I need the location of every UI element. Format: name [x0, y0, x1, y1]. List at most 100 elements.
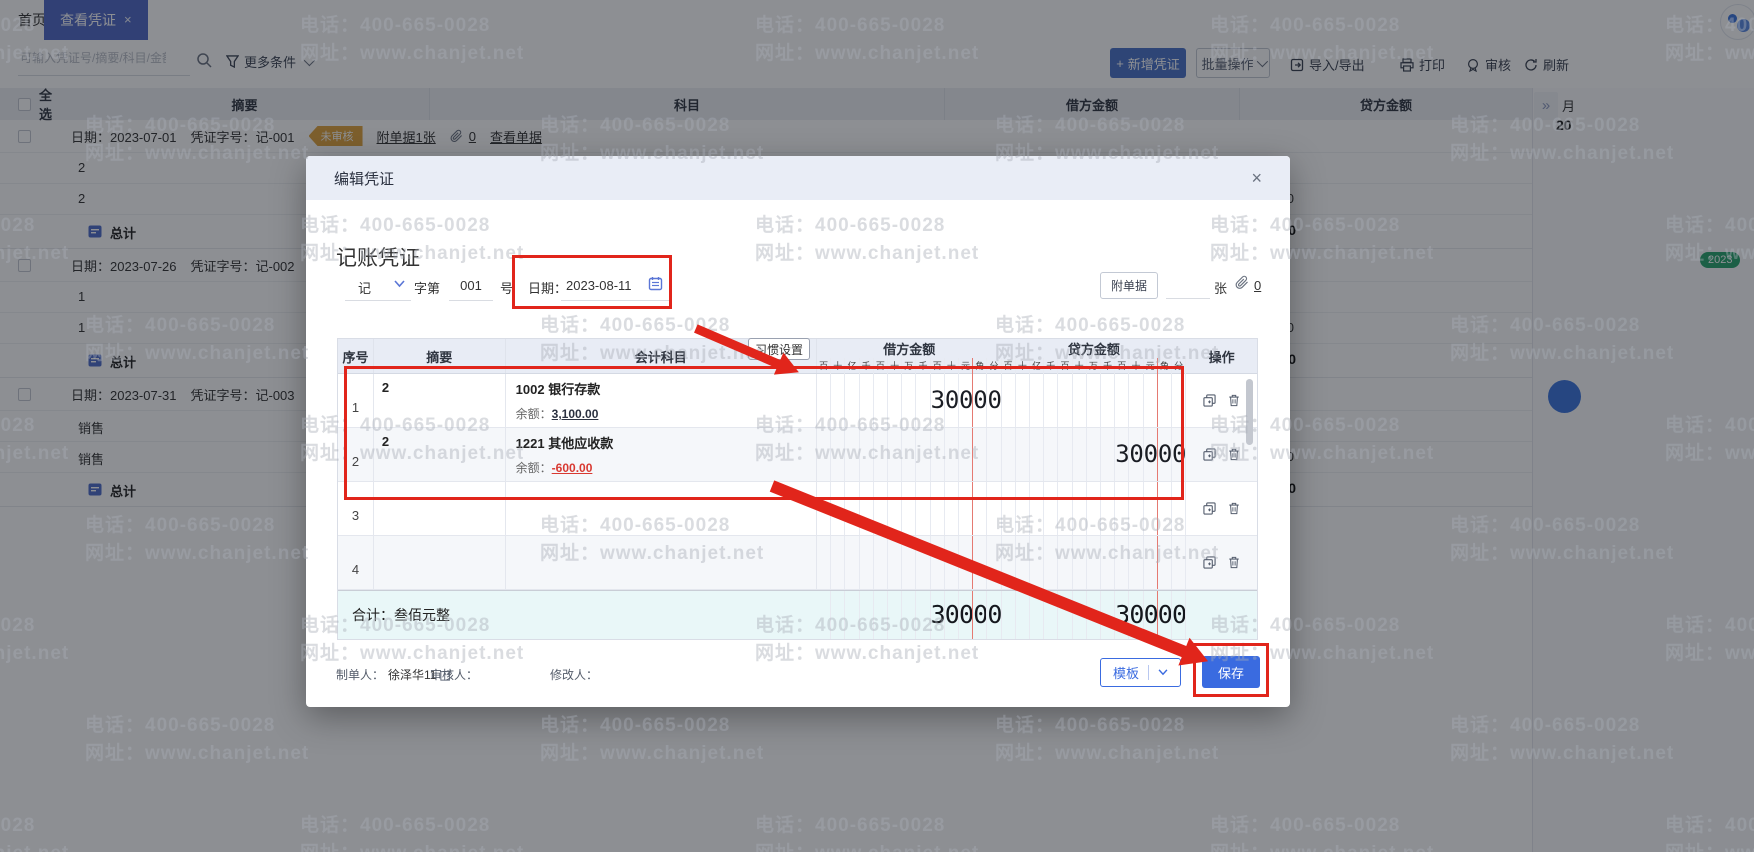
copy-row-icon[interactable] [1203, 394, 1216, 407]
close-icon[interactable]: × [1251, 169, 1262, 187]
amount-digit-cell[interactable] [817, 591, 831, 639]
amount-digit-cell[interactable] [987, 482, 1001, 535]
amount-digit-cell[interactable]: 3 [931, 591, 945, 639]
amount-digit-cell[interactable] [1129, 374, 1143, 427]
amount-digit-cell[interactable] [1016, 428, 1030, 481]
amount-digit-cell[interactable] [1030, 591, 1044, 639]
amount-digit-cell[interactable]: 0 [1129, 591, 1143, 639]
attach-doc-button[interactable]: 附单据 [1100, 272, 1158, 299]
amount-digit-cell[interactable] [1101, 591, 1115, 639]
voucher-entry-row[interactable]: 4 [338, 536, 1257, 590]
amount-digit-cell[interactable] [1101, 428, 1115, 481]
amount-digit-cell[interactable] [1087, 428, 1101, 481]
amount-digit-cell[interactable] [1101, 536, 1115, 589]
amount-digit-cell[interactable] [1030, 536, 1044, 589]
amount-digit-cell[interactable] [1073, 374, 1087, 427]
amount-digit-cell[interactable] [902, 374, 916, 427]
amount-digit-cell[interactable] [1157, 536, 1172, 589]
amount-digit-cell[interactable] [1016, 482, 1030, 535]
amount-digit-cell[interactable] [1144, 374, 1158, 427]
amount-digit-cell[interactable]: 0 [959, 374, 973, 427]
delete-row-icon[interactable] [1228, 502, 1240, 515]
amount-digit-cell[interactable] [1058, 591, 1072, 639]
voucher-word-select[interactable]: 记 [358, 278, 371, 297]
amount-digit-cell[interactable] [916, 591, 930, 639]
amount-digit-cell[interactable] [1030, 374, 1044, 427]
amount-digit-cell[interactable] [987, 536, 1001, 589]
amount-digit-cell[interactable]: 0 [945, 374, 959, 427]
amount-digit-cell[interactable] [831, 428, 845, 481]
amount-digit-cell[interactable] [817, 536, 831, 589]
amount-digit-cell[interactable] [817, 428, 831, 481]
amount-digit-cell[interactable] [860, 482, 874, 535]
voucher-entry-row[interactable]: 121002 银行存款余额：3,100.0030000 [338, 374, 1257, 428]
date-input[interactable]: 2023-08-11 [566, 278, 632, 293]
amount-digit-cell[interactable]: 3 [1115, 428, 1129, 481]
template-button[interactable]: 模板 [1100, 658, 1181, 687]
amount-digit-cell[interactable] [860, 536, 874, 589]
amount-digit-cell[interactable] [1002, 374, 1016, 427]
amount-digit-cell[interactable] [945, 428, 959, 481]
voucher-entry-row[interactable]: 3 [338, 482, 1257, 536]
amount-digit-cell[interactable] [874, 428, 888, 481]
paperclip-icon[interactable] [1235, 275, 1249, 290]
amount-digit-cell[interactable]: 0 [1172, 591, 1186, 639]
amount-digit-cell[interactable] [888, 374, 902, 427]
amount-digit-cell[interactable] [1157, 482, 1172, 535]
amount-digit-cell[interactable] [1172, 482, 1186, 535]
amount-digit-cell[interactable] [902, 482, 916, 535]
amount-digit-cell[interactable] [931, 536, 945, 589]
amount-digit-cell[interactable] [972, 536, 987, 589]
amount-digit-cell[interactable] [916, 482, 930, 535]
amount-digit-cell[interactable] [1058, 374, 1072, 427]
attach-count-link[interactable]: 0 [1254, 278, 1261, 293]
entry-account-cell[interactable]: 1002 银行存款余额：3,100.00 [506, 374, 817, 427]
amount-digit-cell[interactable]: 0 [945, 591, 959, 639]
delete-row-icon[interactable] [1228, 556, 1240, 569]
amount-digit-cell[interactable]: 3 [1115, 591, 1129, 639]
amount-digit-cell[interactable] [1016, 374, 1030, 427]
amount-digit-cell[interactable] [1058, 482, 1072, 535]
copy-row-icon[interactable] [1203, 502, 1216, 515]
amount-digit-cell[interactable] [902, 536, 916, 589]
entry-account-cell[interactable] [506, 536, 817, 589]
save-button[interactable]: 保存 [1202, 656, 1260, 688]
entry-summary-cell[interactable]: 2 [374, 374, 506, 427]
entry-debit-cell[interactable]: 30000 [817, 374, 1002, 427]
amount-digit-cell[interactable] [845, 591, 859, 639]
amount-digit-cell[interactable] [959, 536, 973, 589]
amount-digit-cell[interactable] [972, 482, 987, 535]
amount-digit-cell[interactable] [1073, 428, 1087, 481]
amount-digit-cell[interactable] [831, 482, 845, 535]
chevron-down-icon[interactable] [394, 280, 405, 288]
entry-summary-cell[interactable] [374, 482, 506, 535]
entry-summary-cell[interactable] [374, 536, 506, 589]
amount-digit-cell[interactable] [831, 536, 845, 589]
amount-digit-cell[interactable] [817, 482, 831, 535]
amount-digit-cell[interactable] [1073, 482, 1087, 535]
amount-digit-cell[interactable] [1101, 374, 1115, 427]
amount-digit-cell[interactable] [1002, 536, 1016, 589]
amount-digit-cell[interactable] [1002, 428, 1016, 481]
amount-digit-cell[interactable] [874, 374, 888, 427]
amount-digit-cell[interactable] [1115, 482, 1129, 535]
amount-digit-cell[interactable] [1030, 482, 1044, 535]
entry-debit-cell[interactable] [817, 536, 1002, 589]
amount-digit-cell[interactable] [845, 536, 859, 589]
voucher-entry-row[interactable]: 221221 其他应收款余额：-600.0030000 [338, 428, 1257, 482]
amount-digit-cell[interactable] [888, 428, 902, 481]
amount-digit-cell[interactable] [888, 482, 902, 535]
amount-digit-cell[interactable]: 0 [1144, 428, 1158, 481]
delete-row-icon[interactable] [1228, 448, 1240, 461]
amount-digit-cell[interactable] [860, 428, 874, 481]
amount-digit-cell[interactable] [1172, 536, 1186, 589]
entry-debit-cell[interactable] [817, 482, 1002, 535]
amount-digit-cell[interactable] [1157, 374, 1172, 427]
amount-digit-cell[interactable]: 0 [1129, 428, 1143, 481]
amount-digit-cell[interactable] [1044, 536, 1058, 589]
amount-digit-cell[interactable]: 0 [987, 591, 1001, 639]
amount-digit-cell[interactable]: 3 [931, 374, 945, 427]
amount-digit-cell[interactable] [916, 428, 930, 481]
amount-digit-cell[interactable] [817, 374, 831, 427]
amount-digit-cell[interactable] [831, 374, 845, 427]
